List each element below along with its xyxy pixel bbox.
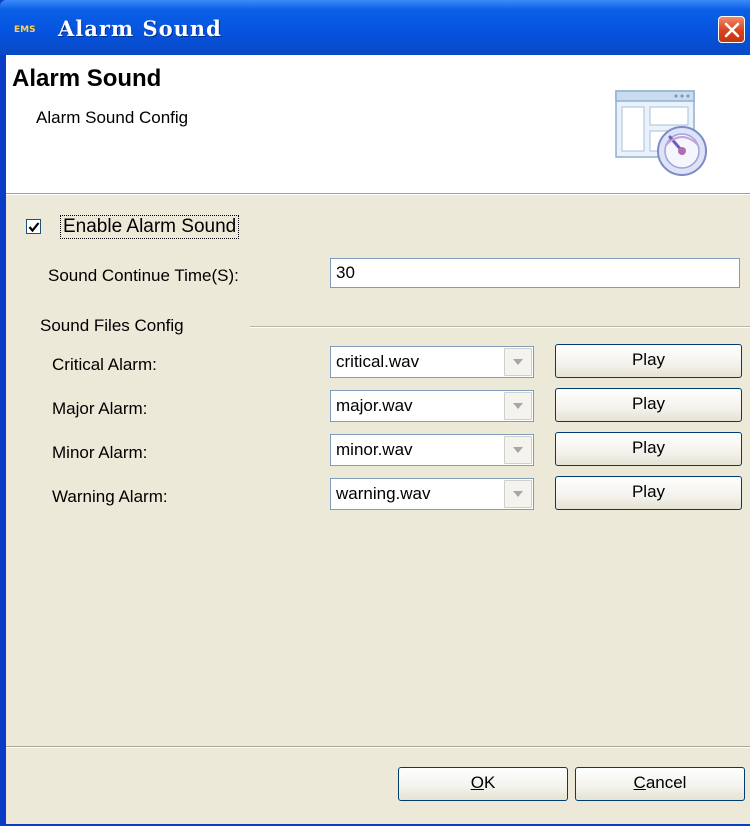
close-icon: [724, 22, 740, 38]
chevron-down-icon: [513, 447, 523, 453]
cancel-button[interactable]: Cancel: [575, 767, 745, 801]
major-alarm-file-value: major.wav: [336, 396, 413, 415]
warning-alarm-dropdown-button[interactable]: [504, 480, 532, 508]
window-title: Alarm Sound: [58, 16, 222, 41]
minor-alarm-label: Minor Alarm:: [52, 443, 148, 462]
group-divider: [250, 326, 750, 328]
ok-button[interactable]: OK: [398, 767, 568, 801]
sound-continue-time-input[interactable]: 30: [330, 258, 740, 288]
cancel-label-rest: ancel: [645, 773, 687, 792]
chevron-down-icon: [513, 359, 523, 365]
alarm-sound-dialog: EMS Alarm Sound Alarm Sound Alarm Sound …: [0, 0, 750, 826]
chevron-down-icon: [513, 491, 523, 497]
major-alarm-dropdown-button[interactable]: [504, 392, 532, 420]
footer-separator: [6, 746, 750, 748]
warning-alarm-file-select[interactable]: warning.wav: [330, 478, 534, 510]
header-separator: [6, 194, 750, 195]
minor-alarm-file-select[interactable]: minor.wav: [330, 434, 534, 466]
chevron-down-icon: [513, 403, 523, 409]
cancel-mnemonic: C: [633, 773, 646, 792]
close-button[interactable]: [718, 16, 745, 43]
ok-mnemonic: O: [470, 773, 484, 792]
title-bar[interactable]: EMS Alarm Sound: [0, 0, 750, 55]
header-banner: Alarm Sound Alarm Sound Config: [6, 55, 750, 194]
warning-alarm-file-value: warning.wav: [336, 484, 431, 503]
major-alarm-file-select[interactable]: major.wav: [330, 390, 534, 422]
settings-window-gauge-icon: [615, 90, 707, 176]
major-alarm-label: Major Alarm:: [52, 399, 148, 418]
critical-alarm-dropdown-button[interactable]: [504, 348, 532, 376]
minor-alarm-play-button[interactable]: Play: [555, 432, 742, 466]
minor-alarm-file-value: minor.wav: [336, 440, 413, 459]
sound-files-config-group-label: Sound Files Config: [40, 316, 184, 335]
sound-continue-time-label: Sound Continue Time(S):: [48, 266, 239, 285]
minor-alarm-dropdown-button[interactable]: [504, 436, 532, 464]
critical-alarm-label: Critical Alarm:: [52, 355, 157, 374]
enable-alarm-sound-checkbox[interactable]: [26, 219, 41, 234]
critical-alarm-file-value: critical.wav: [336, 352, 420, 371]
checkmark-icon: [28, 222, 40, 233]
critical-alarm-play-button[interactable]: Play: [555, 344, 742, 378]
app-badge: EMS: [14, 25, 36, 35]
major-alarm-play-button[interactable]: Play: [555, 388, 742, 422]
header-title: Alarm Sound: [12, 65, 162, 92]
ok-label-rest: K: [483, 773, 496, 792]
critical-alarm-file-select[interactable]: critical.wav: [330, 346, 534, 378]
enable-alarm-sound-label[interactable]: Enable Alarm Sound: [60, 215, 240, 239]
warning-alarm-play-button[interactable]: Play: [555, 476, 742, 510]
header-subtitle: Alarm Sound Config: [36, 108, 189, 127]
warning-alarm-label: Warning Alarm:: [52, 487, 168, 506]
